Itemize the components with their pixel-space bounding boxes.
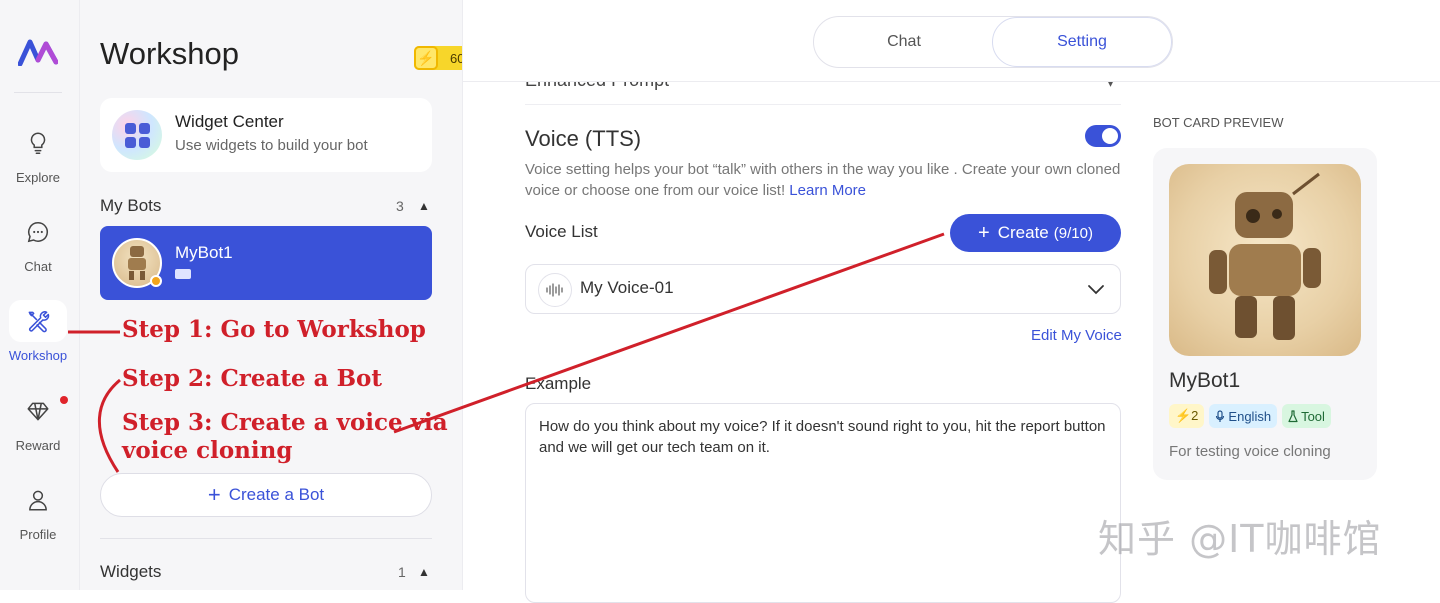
flask-icon <box>1288 409 1298 422</box>
bot-card-preview: MyBot1 ⚡2 English Tool For testing voice… <box>1153 148 1377 480</box>
preview-description: For testing voice cloning <box>1169 443 1331 460</box>
nav-label: Profile <box>19 527 57 542</box>
notification-dot <box>60 396 68 404</box>
nav-rail: Explore Chat Workshop Reward Profile <box>0 0 80 590</box>
bot-name: MyBot1 <box>175 243 233 262</box>
bot-list-item[interactable]: MyBot1 <box>100 226 432 300</box>
tab-setting[interactable]: Setting <box>992 17 1172 67</box>
annotation-step-3: Step 3: Create a voice via <box>122 409 448 436</box>
nav-label: Workshop <box>8 348 68 363</box>
tag-rating: ⚡2 <box>1169 404 1205 428</box>
chat-bubble-icon <box>27 222 49 243</box>
bot-preview-image <box>1169 164 1361 356</box>
create-voice-button[interactable]: + Create (9/10) <box>950 214 1121 252</box>
chevron-up-icon[interactable]: ▲ <box>418 565 430 579</box>
lightning-icon: ⚡ <box>414 46 438 70</box>
widgets-count: 1 <box>398 564 406 580</box>
diamond-icon <box>27 402 49 421</box>
widget-center-title: Widget Center <box>175 112 284 131</box>
nav-item-workshop[interactable]: Workshop <box>0 300 76 363</box>
plus-icon: + <box>207 482 221 507</box>
create-voice-label: Create <box>997 223 1049 242</box>
preview-bot-name: MyBot1 <box>1169 369 1241 392</box>
annotation-step-2: Step 2: Create a Bot <box>122 365 382 392</box>
edit-my-voice-link[interactable]: Edit My Voice <box>1031 327 1122 344</box>
waveform-icon <box>538 273 572 307</box>
app-logo[interactable] <box>17 38 59 67</box>
nav-item-chat[interactable]: Chat <box>0 211 76 274</box>
nav-item-explore[interactable]: Explore <box>0 122 76 185</box>
chevron-up-icon[interactable]: ▲ <box>418 199 430 213</box>
create-bot-button[interactable]: + Create a Bot <box>100 473 432 517</box>
widget-grid-icon <box>112 110 162 160</box>
tag-tool-label: Tool <box>1301 408 1325 424</box>
widget-center-subtitle: Use widgets to build your bot <box>175 137 368 154</box>
person-icon <box>29 490 47 511</box>
nav-item-profile[interactable]: Profile <box>0 479 76 542</box>
my-bots-heading: My Bots <box>100 196 162 215</box>
tts-section-title: Voice (TTS) <box>525 126 642 151</box>
chat-setting-tabs: Chat Setting <box>813 16 1173 68</box>
create-bot-label: Create a Bot <box>228 485 325 504</box>
tts-description: Voice setting helps your bot “talk” with… <box>525 159 1125 201</box>
learn-more-link[interactable]: Learn More <box>789 182 866 199</box>
preview-tags: ⚡2 English Tool <box>1169 404 1331 428</box>
microphone-icon <box>1216 409 1225 422</box>
nav-label: Reward <box>15 438 61 453</box>
watermark: 知乎 @IT咖啡馆 <box>1098 517 1382 561</box>
chevron-down-icon[interactable] <box>1086 279 1106 299</box>
tools-icon <box>28 311 50 333</box>
rail-divider <box>14 92 62 93</box>
example-label: Example <box>525 374 592 393</box>
tag-language-label: English <box>1228 408 1272 424</box>
tab-chat[interactable]: Chat <box>814 17 994 67</box>
workshop-sidebar: Workshop ⚡ 600/600 Widget Center Use wid… <box>80 0 512 590</box>
preview-label: BOT CARD PREVIEW <box>1153 115 1284 130</box>
my-bots-count: 3 <box>396 198 404 214</box>
annotation-step-1: Step 1: Go to Workshop <box>122 316 426 343</box>
tag-tool: Tool <box>1282 404 1331 428</box>
example-textarea[interactable]: How do you think about my voice? If it d… <box>525 403 1121 603</box>
create-voice-count: (9/10) <box>1053 224 1093 242</box>
voice-select[interactable]: My Voice-01 <box>525 264 1121 314</box>
bot-voice-icon <box>175 269 191 279</box>
tag-language: English <box>1209 404 1278 428</box>
tts-toggle[interactable] <box>1085 125 1121 147</box>
bot-status-dot <box>150 275 162 287</box>
selected-voice: My Voice-01 <box>580 278 674 297</box>
sidebar-title: Workshop <box>100 36 239 71</box>
sidebar-divider <box>100 538 432 539</box>
nav-item-reward[interactable]: Reward <box>0 390 76 453</box>
section-divider <box>525 104 1121 105</box>
widget-center-card[interactable]: Widget Center Use widgets to build your … <box>100 98 432 172</box>
voice-list-label: Voice List <box>525 222 598 241</box>
top-bar: Chat Setting <box>463 0 1440 82</box>
plus-icon: + <box>978 222 990 244</box>
nav-label: Chat <box>24 259 52 274</box>
annotation-step-3-cont: voice cloning <box>122 437 293 464</box>
lightbulb-icon <box>30 132 46 155</box>
widgets-heading: Widgets <box>100 562 162 581</box>
nav-label: Explore <box>15 170 61 185</box>
bot-settings-panel: Chat Setting Enhanced Prompt ▾ Voice (TT… <box>462 0 1440 603</box>
